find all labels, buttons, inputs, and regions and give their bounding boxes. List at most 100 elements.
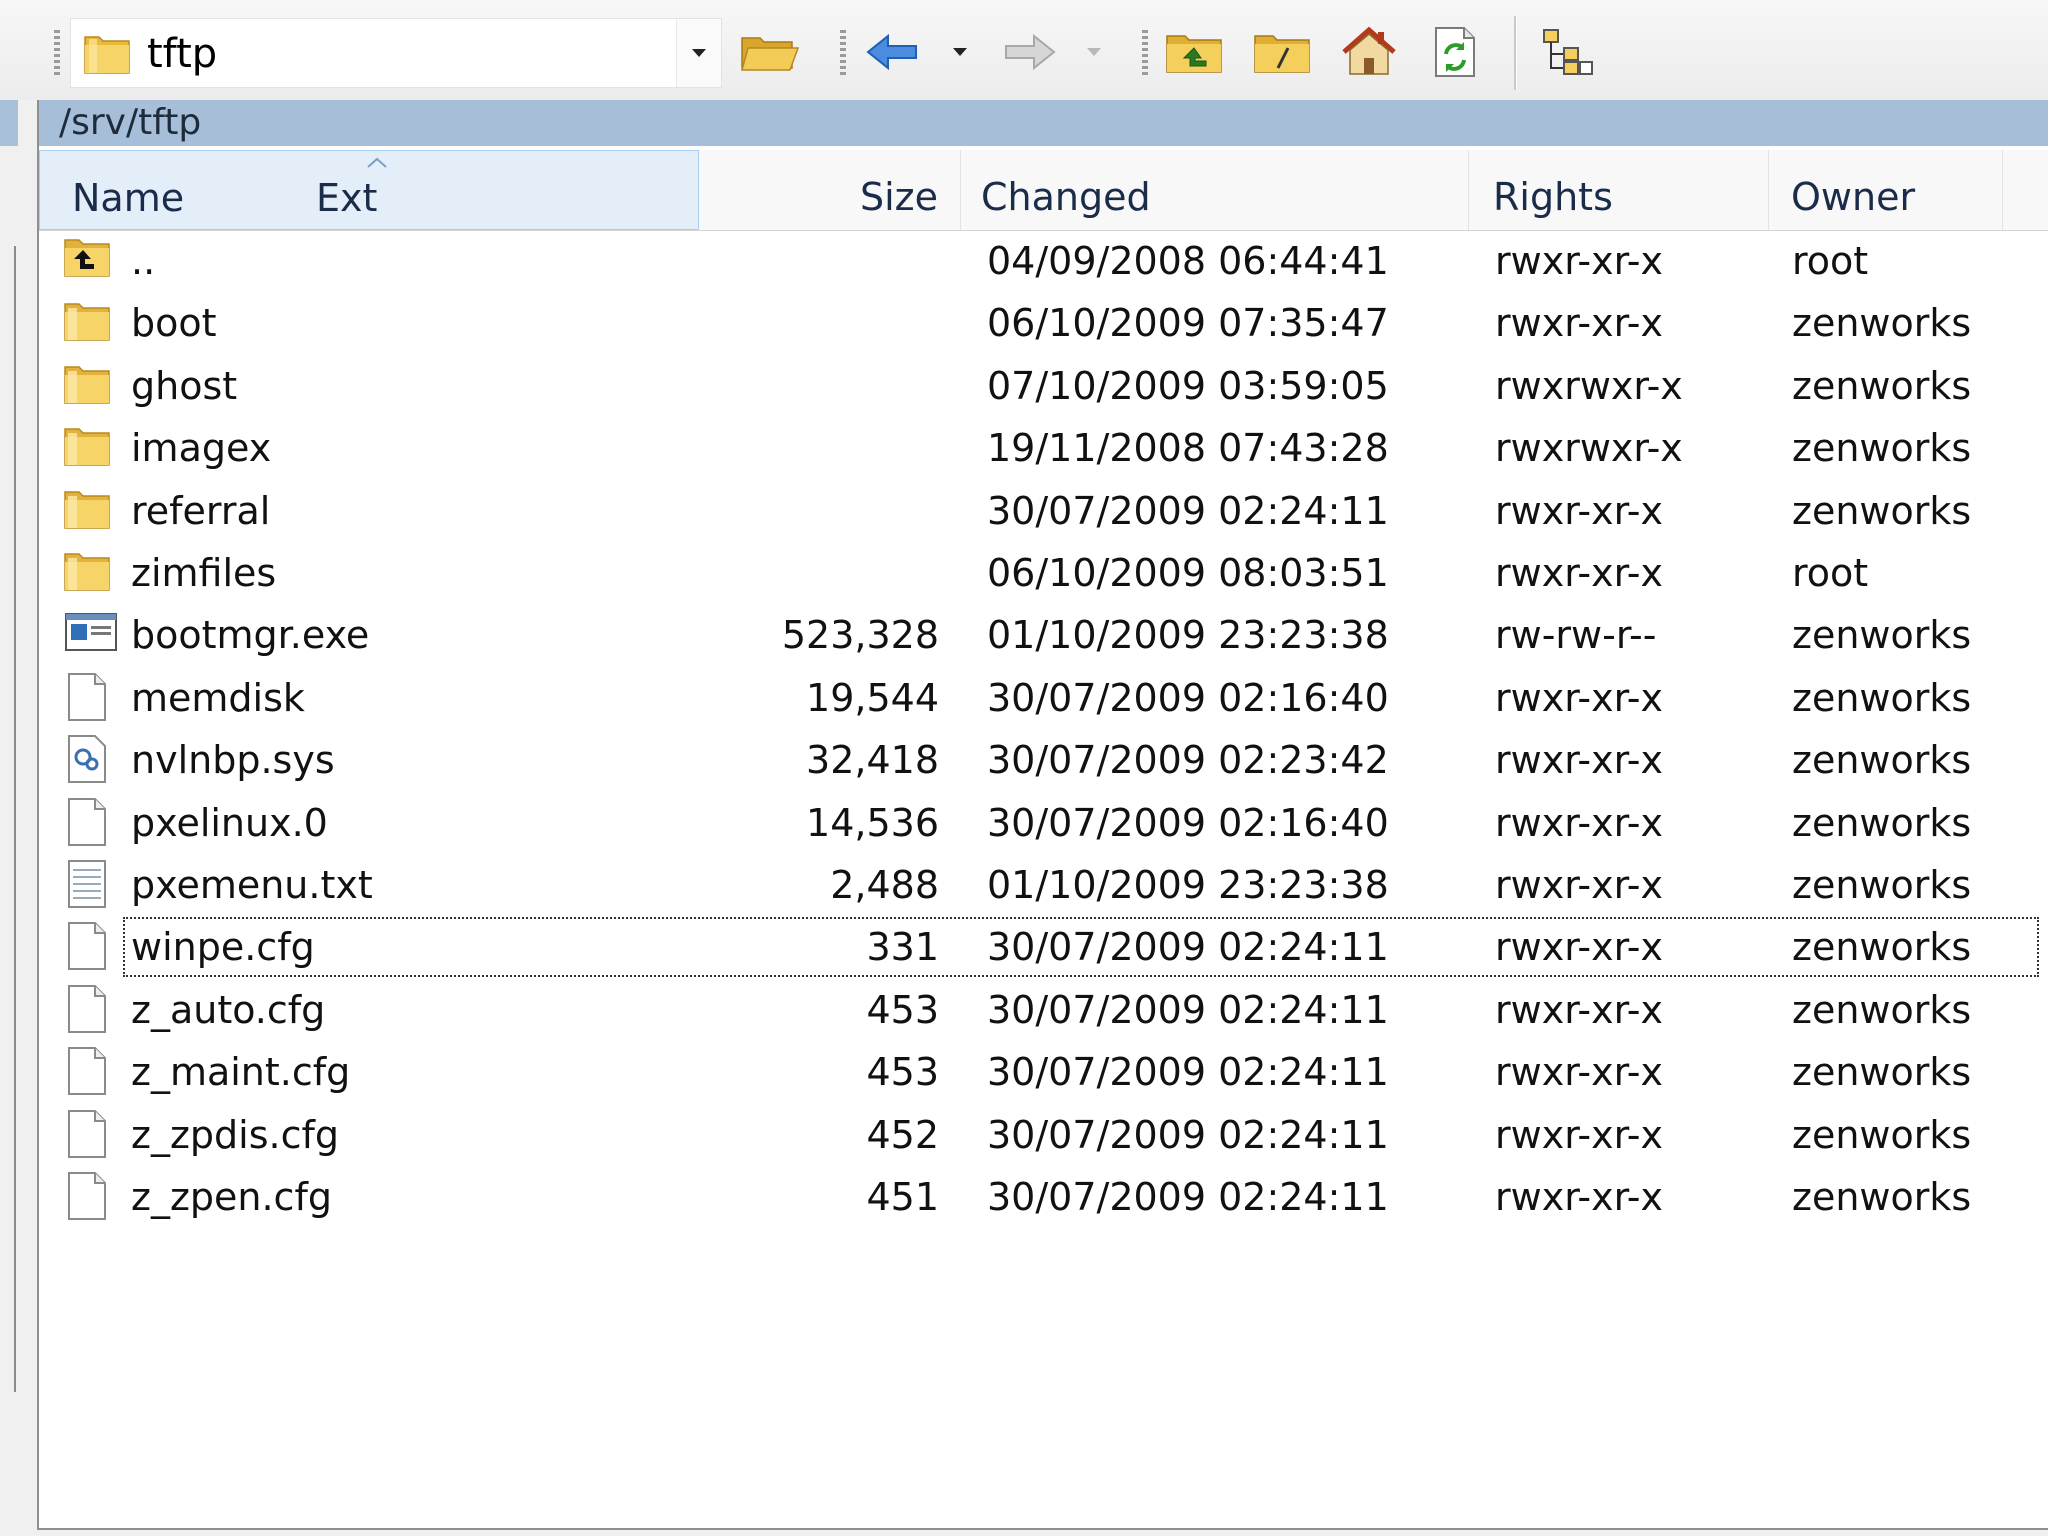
file-owner: zenworks bbox=[1792, 489, 1972, 533]
file-rights: rwxr-xr-x bbox=[1495, 239, 1663, 283]
file-icon bbox=[63, 983, 119, 1037]
file-row[interactable]: winpe.cfg 331 30/07/2009 02:24:11 rwxr-xr-x… bbox=[39, 916, 2048, 978]
column-header-rights-label: Rights bbox=[1493, 175, 1613, 219]
toolbar-grip[interactable] bbox=[54, 30, 60, 78]
file-row[interactable]: pxemenu.txt 2,488 01/10/2009 23:23:38 rwxr-… bbox=[39, 854, 2048, 916]
file-row[interactable]: .. 04/09/2008 06:44:41 rwxr-xr-x root bbox=[39, 230, 2048, 292]
file-size bbox=[689, 355, 939, 417]
file-rights: rwxr-xr-x bbox=[1495, 1175, 1663, 1219]
root-directory-icon bbox=[1254, 35, 1310, 73]
file-name: bootmgr.exe bbox=[131, 613, 370, 657]
executable-file-icon bbox=[63, 608, 119, 662]
back-history-dropdown[interactable] bbox=[950, 44, 970, 58]
file-row[interactable]: boot 06/10/2009 07:35:47 rwxr-xr-x zenworks bbox=[39, 292, 2048, 354]
file-icon bbox=[63, 1108, 119, 1162]
file-rights: rwxr-xr-x bbox=[1495, 551, 1663, 595]
file-changed: 07/10/2009 03:59:05 bbox=[987, 364, 1389, 408]
folder-icon bbox=[63, 484, 119, 538]
file-row[interactable]: memdisk 19,544 30/07/2009 02:16:40 rwxr-xr-… bbox=[39, 667, 2048, 729]
file-name: z_auto.cfg bbox=[131, 988, 326, 1032]
column-header-row: Name Ext Size Changed Rights Owner bbox=[39, 150, 2048, 231]
file-row[interactable]: pxelinux.0 14,536 30/07/2009 02:16:40 rwxr-… bbox=[39, 792, 2048, 854]
location-dropdown-button[interactable] bbox=[676, 19, 721, 87]
remote-file-panel[interactable]: /srv/tftp Name Ext Size Changed Rights O… bbox=[37, 100, 2048, 1530]
file-changed: 19/11/2008 07:43:28 bbox=[987, 426, 1389, 470]
file-name: z_maint.cfg bbox=[131, 1050, 351, 1094]
file-owner: zenworks bbox=[1792, 301, 1972, 345]
parent-folder-icon bbox=[63, 234, 119, 288]
file-row[interactable]: z_zpen.cfg 451 30/07/2009 02:24:11 rwxr-xr-… bbox=[39, 1166, 2048, 1228]
file-rights: rwxr-xr-x bbox=[1495, 801, 1663, 845]
file-owner: zenworks bbox=[1792, 1175, 1972, 1219]
file-row[interactable]: z_zpdis.cfg 452 30/07/2009 02:24:11 rwxr-xr… bbox=[39, 1104, 2048, 1166]
toolbar-grip[interactable] bbox=[1142, 30, 1148, 78]
file-rights: rwxr-xr-x bbox=[1495, 1050, 1663, 1094]
file-owner: zenworks bbox=[1792, 738, 1972, 782]
file-changed: 30/07/2009 02:24:11 bbox=[987, 988, 1389, 1032]
location-text: tftp bbox=[147, 31, 218, 77]
file-owner: zenworks bbox=[1792, 364, 1972, 408]
toolbar-grip[interactable] bbox=[840, 30, 846, 78]
file-name: winpe.cfg bbox=[131, 925, 315, 969]
file-size bbox=[689, 480, 939, 542]
root-directory-button[interactable] bbox=[1252, 24, 1314, 80]
file-changed: 30/07/2009 02:24:11 bbox=[987, 1113, 1389, 1157]
file-row[interactable]: nvlnbp.sys 32,418 30/07/2009 02:23:42 rwxr-… bbox=[39, 729, 2048, 791]
refresh-button[interactable] bbox=[1424, 24, 1486, 80]
parent-directory-icon bbox=[1166, 35, 1222, 73]
file-owner: zenworks bbox=[1792, 1113, 1972, 1157]
column-header-size[interactable]: Size bbox=[699, 150, 961, 230]
column-header-name-ext[interactable]: Name Ext bbox=[39, 150, 699, 230]
file-changed: 30/07/2009 02:16:40 bbox=[987, 801, 1389, 845]
file-name: pxelinux.0 bbox=[131, 801, 328, 845]
column-header-rights[interactable]: Rights bbox=[1469, 150, 1769, 230]
file-size bbox=[689, 292, 939, 354]
file-size: 452 bbox=[866, 1113, 939, 1157]
tree-view-button[interactable] bbox=[1536, 24, 1598, 80]
file-owner: zenworks bbox=[1792, 988, 1972, 1032]
file-size: 14,536 bbox=[806, 801, 939, 845]
forward-button[interactable] bbox=[998, 24, 1060, 80]
open-directory-button[interactable] bbox=[738, 24, 800, 80]
file-size: 331 bbox=[866, 925, 939, 969]
file-name: z_zpdis.cfg bbox=[131, 1113, 339, 1157]
parent-directory-button[interactable] bbox=[1164, 24, 1226, 80]
column-header-owner[interactable]: Owner bbox=[1769, 150, 2003, 230]
file-rights: rwxr-xr-x bbox=[1495, 301, 1663, 345]
file-row[interactable]: zimfiles 06/10/2009 08:03:51 rwxr-xr-x root bbox=[39, 542, 2048, 604]
file-row[interactable]: z_maint.cfg 453 30/07/2009 02:24:11 rwxr-xr… bbox=[39, 1041, 2048, 1103]
file-changed: 30/07/2009 02:23:42 bbox=[987, 738, 1389, 782]
file-changed: 30/07/2009 02:16:40 bbox=[987, 676, 1389, 720]
file-rights: rwxrwxr-x bbox=[1495, 364, 1683, 408]
file-row[interactable]: bootmgr.exe 523,328 01/10/2009 23:23:38 rw-… bbox=[39, 604, 2048, 666]
file-changed: 30/07/2009 02:24:11 bbox=[987, 1050, 1389, 1094]
file-size: 453 bbox=[866, 988, 939, 1032]
sort-ascending-icon bbox=[367, 157, 387, 168]
file-name: .. bbox=[131, 239, 156, 283]
left-pane-border bbox=[14, 246, 16, 1392]
file-rights: rwxr-xr-x bbox=[1495, 738, 1663, 782]
file-rights: rw-rw-r-- bbox=[1495, 613, 1657, 657]
file-owner: zenworks bbox=[1792, 925, 1972, 969]
folder-icon bbox=[63, 296, 119, 350]
file-changed: 30/07/2009 02:24:11 bbox=[987, 1175, 1389, 1219]
location-combo[interactable]: tftp bbox=[70, 18, 722, 88]
home-icon bbox=[1342, 26, 1396, 75]
file-size bbox=[689, 417, 939, 479]
file-changed: 01/10/2009 23:23:38 bbox=[987, 863, 1389, 907]
refresh-icon bbox=[1435, 27, 1475, 77]
file-row[interactable]: referral 30/07/2009 02:24:11 rwxr-xr-x zenw… bbox=[39, 480, 2048, 542]
back-button[interactable] bbox=[862, 24, 924, 80]
file-row[interactable]: z_auto.cfg 453 30/07/2009 02:24:11 rwxr-xr-… bbox=[39, 979, 2048, 1041]
file-icon bbox=[63, 1045, 119, 1099]
file-row[interactable]: ghost 07/10/2009 03:59:05 rwxrwxr-x zenwork… bbox=[39, 355, 2048, 417]
file-name: memdisk bbox=[131, 676, 305, 720]
file-changed: 30/07/2009 02:24:11 bbox=[987, 925, 1389, 969]
file-row[interactable]: imagex 19/11/2008 07:43:28 rwxrwxr-x zenwor… bbox=[39, 417, 2048, 479]
file-rights: rwxr-xr-x bbox=[1495, 489, 1663, 533]
forward-history-dropdown[interactable] bbox=[1084, 44, 1104, 58]
back-arrow-icon bbox=[866, 33, 917, 71]
file-browser-window: tftp /srv/tftp Name Ext Size Changed Rig… bbox=[0, 0, 2048, 1536]
home-directory-button[interactable] bbox=[1338, 24, 1400, 80]
column-header-changed[interactable]: Changed bbox=[961, 150, 1469, 230]
